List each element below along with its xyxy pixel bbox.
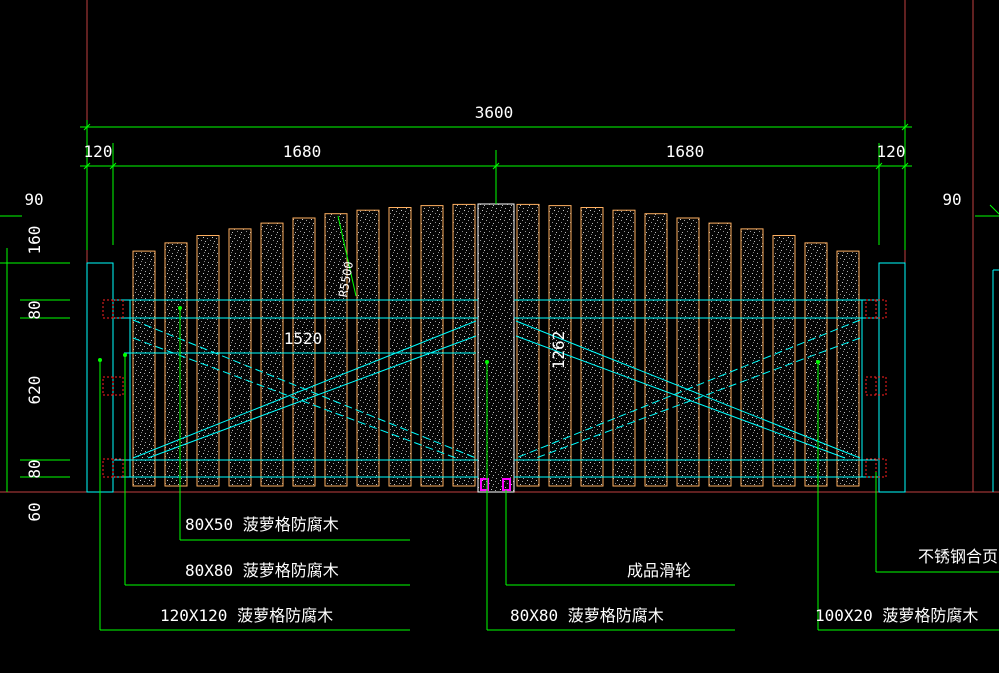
- slat: [260, 222, 284, 487]
- center-post: [477, 150, 515, 493]
- slat: [324, 213, 348, 487]
- dim-left-leaf: 1680: [283, 142, 322, 161]
- dim-left-offset: 90: [24, 190, 43, 209]
- slat: [612, 209, 636, 487]
- slat: [804, 242, 828, 487]
- slat: [772, 235, 796, 487]
- dim-diag-width: 1520: [284, 329, 323, 348]
- dim-h-middle: 620: [25, 376, 44, 405]
- label-slat-100x20: 100X20 菠萝格防腐木: [815, 606, 978, 625]
- label-board-80x80-left: 80X80 菠萝格防腐木: [185, 561, 339, 580]
- label-post-120x120: 120X120 菠萝格防腐木: [160, 606, 333, 625]
- slat: [740, 228, 764, 487]
- slat: [836, 250, 860, 487]
- dim-diag-height: 1262: [549, 331, 568, 370]
- dim-right-offset: 90: [942, 190, 961, 209]
- label-board-80x50: 80X50 菠萝格防腐木: [185, 515, 339, 534]
- slat: [388, 207, 412, 487]
- slat: [644, 213, 668, 487]
- dim-h-rail-bottom: 80: [25, 459, 44, 478]
- dim-left-post: 120: [84, 142, 113, 161]
- label-wheel: 成品滑轮: [627, 561, 691, 580]
- gate-elevation-drawing: 3600 120 1680 1680 120 90 90 1520 160 80…: [0, 0, 999, 631]
- dim-h-ground: 60: [25, 502, 44, 521]
- dim-right-post: 120: [877, 142, 906, 161]
- slat: [676, 217, 700, 487]
- dim-h-rail-top: 80: [25, 300, 44, 319]
- label-hinge: 不锈钢合页: [918, 547, 998, 566]
- slat: [708, 222, 732, 487]
- slat: [228, 228, 252, 487]
- far-right-post: [992, 269, 999, 492]
- dim-right-leaf: 1680: [666, 142, 705, 161]
- slat: [420, 205, 444, 487]
- slat: [356, 209, 380, 487]
- slat: [196, 235, 220, 487]
- slat: [164, 242, 188, 487]
- slat: [292, 217, 316, 487]
- dim-overall: 3600: [475, 103, 514, 122]
- slat: [516, 203, 540, 487]
- label-board-80x80-center: 80X80 菠萝格防腐木: [510, 606, 664, 625]
- slat: [580, 207, 604, 487]
- dim-h-top-arch: 160: [25, 226, 44, 255]
- slat: [452, 203, 476, 487]
